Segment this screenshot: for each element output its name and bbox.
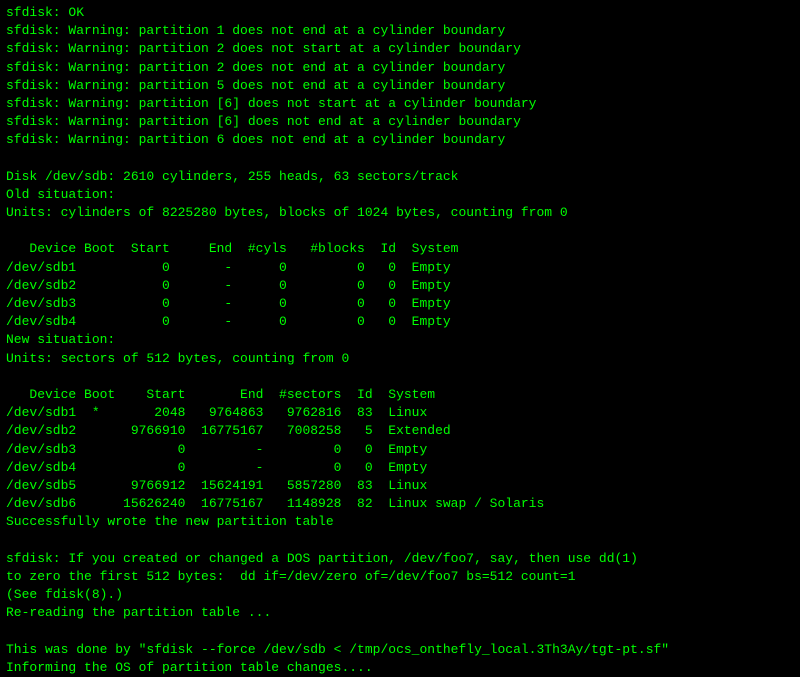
terminal-output: sfdisk: OK sfdisk: Warning: partition 1 … [6,4,794,677]
